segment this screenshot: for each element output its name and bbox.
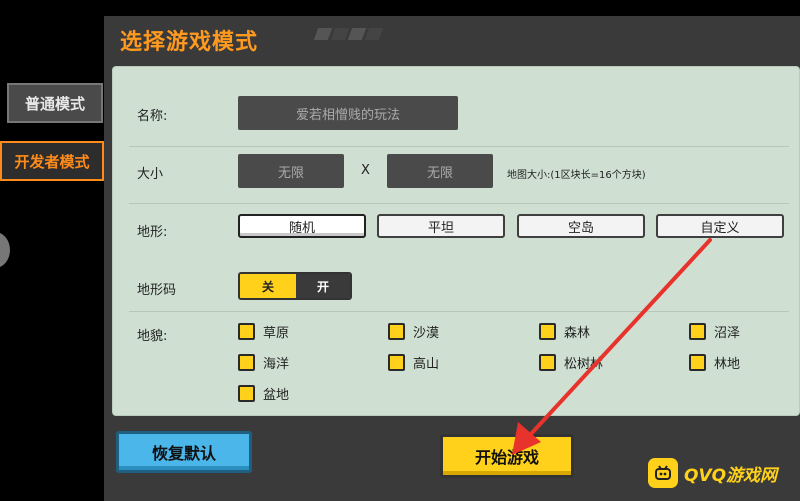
terrain-code-toggle[interactable]: 关 开 — [238, 272, 352, 300]
terrain-sky-island-button[interactable]: 空岛 — [517, 214, 645, 238]
mode-panel: 选择游戏模式 名称: 爱若相憎贱的玩法 大小 无限 X 无限 地图大小:(1区块… — [104, 16, 800, 501]
biome-label: 地貌: — [137, 329, 168, 344]
checkbox-icon[interactable] — [689, 323, 706, 340]
start-game-button[interactable]: 开始游戏 — [440, 434, 574, 478]
tab-normal-mode[interactable]: 普通模式 — [7, 83, 103, 123]
biome-checkbox[interactable]: 盆地 — [238, 384, 289, 403]
terrain-code-label: 地形码 — [137, 283, 177, 298]
watermark-text: QVQ游戏网 — [684, 465, 778, 486]
title-bar: 选择游戏模式 — [104, 16, 800, 63]
terrain-label: 地形: — [137, 225, 168, 240]
biome-name: 海洋 — [263, 357, 290, 372]
name-field[interactable]: 爱若相憎贱的玩法 — [238, 96, 458, 130]
checkbox-icon[interactable] — [238, 385, 255, 402]
toggle-off-option[interactable]: 关 — [240, 274, 296, 298]
biome-checkbox[interactable]: 高山 — [388, 353, 439, 372]
checkbox-icon[interactable] — [238, 323, 255, 340]
biome-name: 森林 — [564, 326, 591, 341]
biome-name: 沼泽 — [714, 326, 741, 341]
page-title: 选择游戏模式 — [120, 30, 259, 55]
toggle-on-option[interactable]: 开 — [296, 274, 350, 298]
checkbox-icon[interactable] — [689, 354, 706, 371]
checkbox-icon[interactable] — [238, 354, 255, 371]
checkbox-icon[interactable] — [539, 354, 556, 371]
biome-checkbox[interactable]: 林地 — [689, 353, 740, 372]
tab-developer-mode[interactable]: 开发者模式 — [0, 141, 104, 181]
biome-name: 松树林 — [564, 357, 604, 372]
checkbox-icon[interactable] — [539, 323, 556, 340]
title-decoration — [313, 28, 384, 40]
terrain-random-button[interactable]: 随机 — [238, 214, 366, 238]
side-round-handle[interactable] — [0, 232, 10, 268]
biome-name: 盆地 — [263, 388, 290, 403]
settings-area: 名称: 爱若相憎贱的玩法 大小 无限 X 无限 地图大小:(1区块长=16个方块… — [112, 66, 800, 416]
terrain-flat-button[interactable]: 平坦 — [377, 214, 505, 238]
biome-checkbox[interactable]: 沙漠 — [388, 322, 439, 341]
map-width-field[interactable]: 无限 — [238, 154, 344, 188]
divider — [129, 146, 789, 147]
size-separator: X — [361, 163, 370, 178]
checkbox-icon[interactable] — [388, 323, 405, 340]
map-height-field[interactable]: 无限 — [387, 154, 493, 188]
biome-name: 沙漠 — [413, 326, 440, 341]
biome-checkbox[interactable]: 草原 — [238, 322, 289, 341]
biome-name: 草原 — [263, 326, 290, 341]
game-mode-screen: 普通模式 开发者模式 选择游戏模式 名称: 爱若相憎贱的玩法 大小 无限 X 无… — [0, 0, 800, 501]
terrain-custom-button[interactable]: 自定义 — [656, 214, 784, 238]
divider — [129, 311, 789, 312]
reset-defaults-button[interactable]: 恢复默认 — [116, 431, 252, 473]
size-label: 大小 — [137, 167, 164, 182]
biome-checkbox[interactable]: 海洋 — [238, 353, 289, 372]
checkbox-icon[interactable] — [388, 354, 405, 371]
site-watermark: QVQ游戏网 — [648, 458, 777, 488]
divider — [129, 203, 789, 204]
biome-checkbox[interactable]: 松树林 — [539, 353, 603, 372]
biome-name: 高山 — [413, 357, 440, 372]
terrain-options: 随机 平坦 空岛 自定义 — [238, 214, 784, 240]
map-size-note: 地图大小:(1区块长=16个方块) — [507, 170, 646, 181]
name-label: 名称: — [137, 109, 168, 124]
biome-checkbox[interactable]: 沼泽 — [689, 322, 740, 341]
gamepad-icon — [648, 458, 678, 488]
biome-name: 林地 — [714, 357, 741, 372]
biome-checkbox[interactable]: 森林 — [539, 322, 590, 341]
